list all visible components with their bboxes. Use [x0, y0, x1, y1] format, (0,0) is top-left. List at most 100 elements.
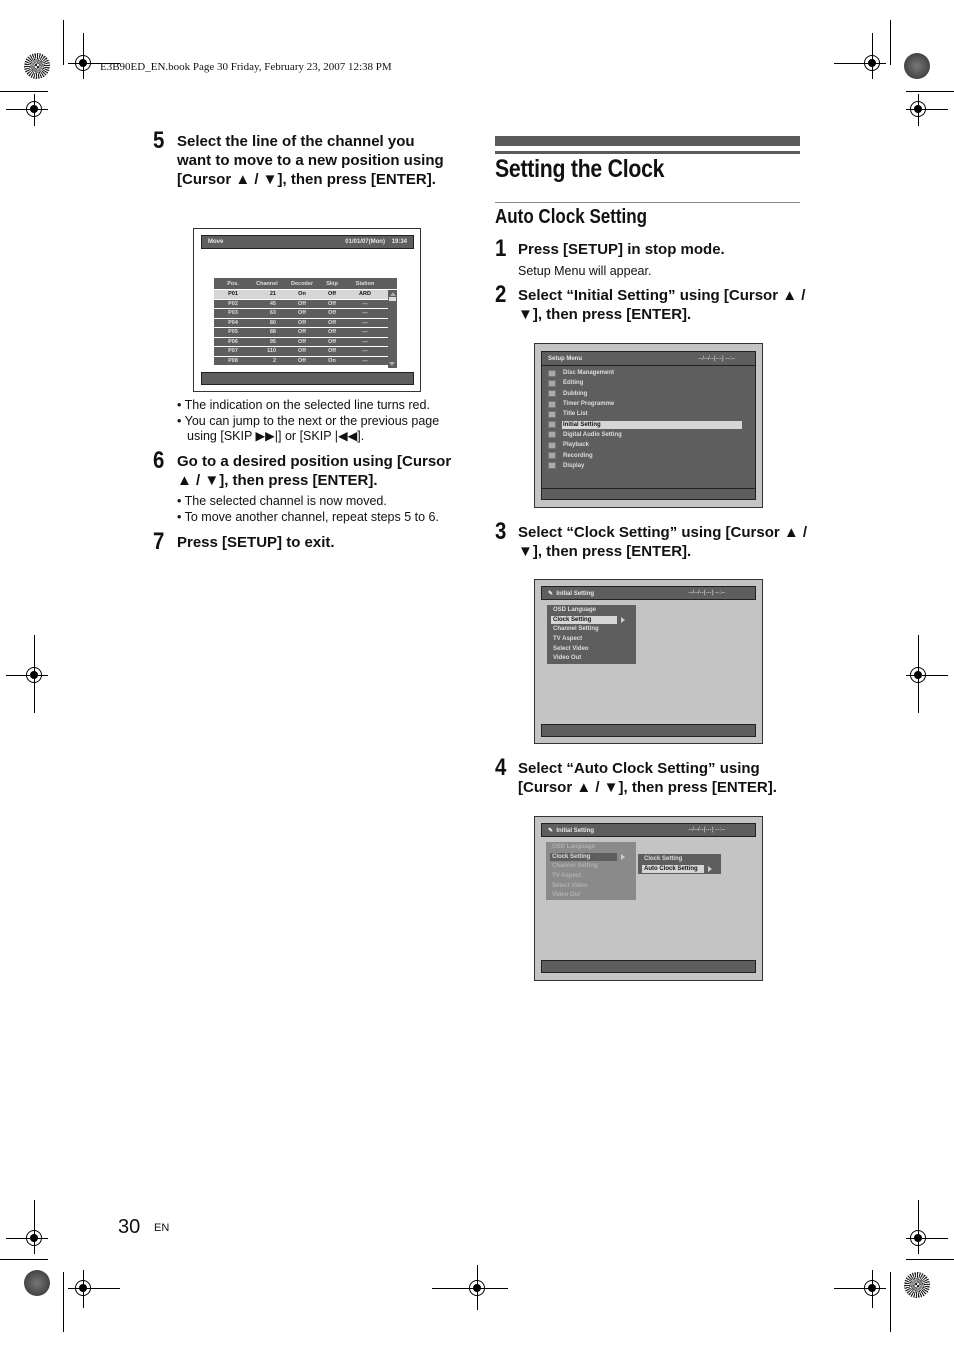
clock-setting-heading: ✎ Initial Setting [548, 827, 594, 834]
menu-item-label: Digital Audio Setting [563, 431, 622, 438]
table-row[interactable]: P04 80 Off Off --- [214, 318, 397, 328]
table-cell: 45 [269, 300, 276, 307]
dubbing-icon [548, 390, 556, 398]
section-rule [495, 151, 800, 154]
menu-item[interactable]: Video Out [547, 653, 636, 663]
step-7-text: Press [SETUP] to exit. [177, 534, 335, 551]
note: • You can jump to the next or the previo… [177, 413, 440, 444]
menu-item[interactable]: Disc Management [548, 368, 742, 378]
clock-parent-menu: OSD Language Clock Setting Channel Setting… [546, 842, 636, 901]
table-cell: On [298, 291, 306, 298]
menu-item[interactable]: Clock Setting [546, 852, 636, 862]
menu-item-label: Clock Setting [551, 615, 618, 624]
step-6-text: Go to a desired position using [Cursor ▲… [177, 453, 452, 489]
clock-setting-datetime: --/--/--(---) --:-- [688, 827, 725, 833]
crop-mark [906, 1259, 954, 1260]
menu-item[interactable]: Select Video [546, 881, 636, 891]
initial-setting-title: Initial Setting [556, 590, 595, 597]
menu-item-label: Clock Setting [550, 852, 618, 861]
step-3-text: Select “Clock Setting” using [Cursor ▲ /… [518, 524, 808, 560]
setup-menu-titlebar: Setup Menu --/--/--(---) --:-- [542, 352, 755, 366]
scroll-down-icon[interactable] [389, 362, 395, 366]
initial-setting-datetime: --/--/--(---) --:-- [688, 590, 725, 596]
table-row[interactable]: P07 110 Off Off --- [214, 347, 397, 357]
menu-item[interactable]: TV Aspect [546, 871, 636, 881]
registration-starburst-icon [24, 53, 50, 79]
crop-mark [834, 1288, 886, 1289]
table-cell: P03 [228, 310, 238, 317]
scroll-thumb[interactable] [389, 297, 396, 301]
title-list-icon [548, 410, 556, 418]
table-row[interactable]: P08 2 Off On --- [214, 356, 397, 366]
crop-mark [63, 20, 64, 65]
table-body: P01 21 On Off ARD P02 45 Off Off --- P03 63 Off Off --… [214, 290, 397, 366]
table-cell: 88 [269, 329, 276, 336]
menu-item[interactable]: OSD Language [547, 605, 636, 615]
step-1-text: Press [SETUP] in stop mode. [518, 241, 725, 258]
recording-icon [548, 452, 556, 460]
clock-setting-titlebar: ✎ Initial Setting --/--/--(---) --:-- [541, 823, 756, 837]
menu-item[interactable]: OSD Language [546, 842, 636, 852]
crop-mark [34, 1200, 35, 1254]
scrollbar[interactable] [388, 290, 397, 368]
setup-menu-title: Setup Menu [548, 355, 582, 362]
menu-item[interactable]: Recording [548, 450, 742, 460]
scroll-up-icon[interactable] [389, 292, 396, 296]
initial-setting-menu: OSD Language Clock Setting Channel Setting… [547, 605, 636, 665]
menu-item-label: Video Out [553, 655, 582, 662]
table-cell: Off [298, 300, 306, 307]
menu-item[interactable]: Timer Programme [548, 399, 742, 409]
table-cell: Off [328, 329, 336, 336]
step-6-number: 6 [153, 447, 165, 474]
menu-item-label: TV Aspect [552, 872, 582, 879]
table-cell: P04 [228, 319, 238, 326]
menu-item[interactable]: Display [548, 461, 742, 471]
table-cell: 80 [269, 319, 276, 326]
menu-item[interactable]: Select Video [547, 644, 636, 654]
move-screen-statusbar [201, 372, 414, 385]
menu-item[interactable]: Clock Setting [547, 615, 636, 625]
menu-item[interactable]: Title List [548, 409, 742, 419]
registration-ball-icon [904, 53, 930, 79]
menu-item-label: Channel Setting [552, 863, 598, 870]
table-cell: ARD [359, 291, 371, 298]
clock-setting-statusbar [541, 960, 756, 973]
table-cell: On [328, 357, 336, 364]
table-row[interactable]: P03 63 Off Off --- [214, 309, 397, 319]
table-cell: --- [362, 319, 368, 326]
crop-mark [83, 1270, 84, 1308]
crop-mark [6, 675, 48, 676]
table-row[interactable]: P01 21 On Off ARD [214, 290, 397, 300]
menu-item-label: Select Video [552, 882, 588, 889]
setup-menu-statusbar [542, 488, 755, 499]
registration-ball-icon [24, 1270, 50, 1296]
disc-icon [548, 369, 556, 377]
table-row[interactable]: P02 45 Off Off --- [214, 299, 397, 309]
menu-item[interactable]: Digital Audio Setting [548, 430, 742, 440]
menu-item[interactable]: Channel Setting [547, 624, 636, 634]
menu-item[interactable]: Editing [548, 378, 742, 388]
table-row[interactable]: P06 95 Off Off --- [214, 337, 397, 347]
crop-mark [0, 91, 48, 92]
table-cell: Off [298, 329, 306, 336]
menu-item[interactable]: Video Out [546, 890, 636, 900]
menu-item[interactable]: Auto Clock Setting [638, 864, 721, 874]
table-cell: --- [362, 329, 368, 336]
menu-item[interactable]: Channel Setting [546, 861, 636, 871]
timer-icon [548, 400, 556, 408]
crop-mark [34, 94, 35, 126]
table-cell: Off [328, 300, 336, 307]
menu-item-label: Display [563, 462, 585, 469]
menu-item[interactable]: Playback [548, 440, 742, 450]
column-header: Channel [256, 280, 278, 287]
table-row[interactable]: P05 88 Off Off --- [214, 328, 397, 338]
crop-mark [6, 109, 48, 110]
step-2-text: Select “Initial Setting” using [Cursor ▲… [518, 287, 806, 323]
menu-item[interactable]: Dubbing [548, 389, 742, 399]
menu-item[interactable]: Clock Setting [638, 854, 721, 864]
setup-menu-screen: Setup Menu --/--/--(---) --:-- Disc Mana… [534, 343, 763, 508]
menu-item[interactable]: Initial Setting [548, 419, 742, 429]
crop-mark [906, 675, 948, 676]
menu-item[interactable]: TV Aspect [547, 634, 636, 644]
table-cell: --- [362, 338, 368, 345]
